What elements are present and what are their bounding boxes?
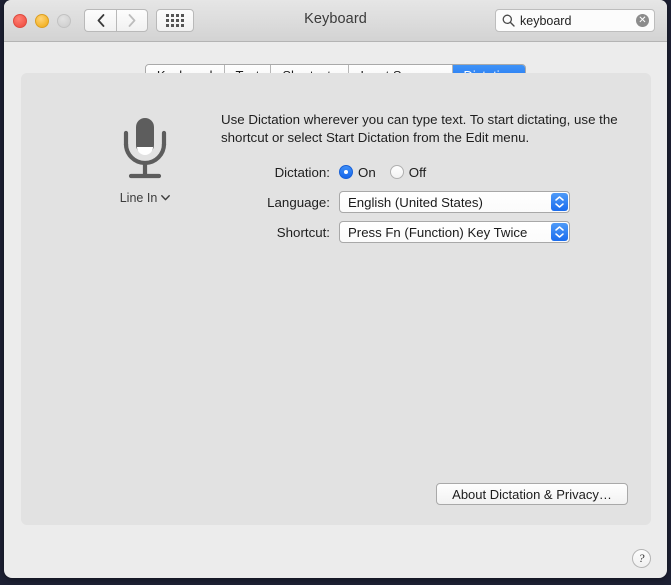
search-field[interactable]: ✕ [495,9,655,32]
language-value: English (United States) [348,194,483,210]
search-icon [502,14,515,27]
chevron-up-icon [555,226,564,231]
dictation-off-label: Off [408,164,427,180]
shortcut-stepper-icon[interactable] [551,223,568,241]
dictation-on-label: On [358,164,376,180]
chevron-down-icon [555,203,564,208]
about-dictation-privacy-button[interactable]: About Dictation & Privacy… [436,483,628,505]
dictation-description: Use Dictation wherever you can type text… [221,112,618,145]
help-button[interactable]: ? [632,549,651,568]
shortcut-value: Press Fn (Function) Key Twice [348,224,528,240]
clear-icon[interactable]: ✕ [636,14,649,27]
shortcut-popup-button[interactable]: Press Fn (Function) Key Twice [339,221,570,243]
dictation-form: Dictation: On Off Language: English (Uni… [21,161,651,251]
chevron-up-icon [555,196,564,201]
dictation-radio-group: On Off [339,165,426,180]
language-popup-button[interactable]: English (United States) [339,191,570,213]
preferences-window: Keyboard ✕ Keyboard Text Shortcuts Input… [4,0,667,578]
radio-off-indicator [389,165,404,179]
dictation-radio-off[interactable]: Off [389,164,427,180]
shortcut-label: Shortcut: [276,224,330,240]
radio-on-indicator [339,165,353,179]
language-stepper-icon[interactable] [551,193,568,211]
search-input[interactable] [520,13,622,28]
dictation-label: Dictation: [274,164,330,180]
language-label: Language: [267,194,330,210]
dictation-row: Dictation: On Off [21,161,651,183]
window-titlebar: Keyboard ✕ [4,0,667,42]
shortcut-row: Shortcut: Press Fn (Function) Key Twice [21,221,651,243]
dictation-radio-on[interactable]: On [339,165,376,180]
chevron-down-icon [555,233,564,238]
language-row: Language: English (United States) [21,191,651,213]
dictation-panel: Line In Use Dictation wherever you can t… [21,73,651,525]
